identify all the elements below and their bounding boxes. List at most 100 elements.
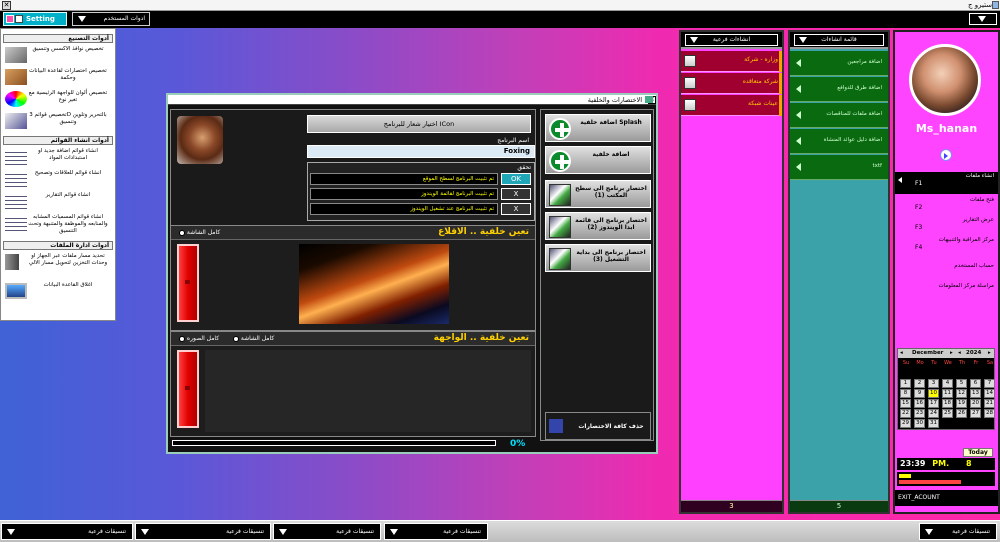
- exit-account-button[interactable]: EXIT_ACOUNT: [895, 490, 998, 506]
- menu-create-files[interactable]: انشاء ملفات F1: [895, 172, 998, 194]
- tool-item-customize-colors[interactable]: تخصيص ألوان للواجهة الرئيسية مع تغير نوع: [3, 89, 113, 111]
- taskbar-item[interactable]: تنسيقات فرعية: [135, 523, 271, 540]
- calendar-day[interactable]: 19: [956, 399, 967, 408]
- calendar-day[interactable]: 13: [970, 389, 981, 398]
- add-splash-background-button[interactable]: اضافة خلفية Splash: [545, 114, 651, 142]
- front-background-slot[interactable]: [177, 350, 199, 428]
- list-item[interactable]: اضافة ملفات للمناقصات: [790, 103, 888, 128]
- taskbar-item[interactable]: تنسيقات فرعية: [273, 523, 381, 540]
- menu-monitoring-center[interactable]: مركز المراقبة والتنبيهات F4: [895, 236, 998, 254]
- full-screen-option[interactable]: كامل الشاشة: [177, 229, 220, 236]
- calendar-day[interactable]: 1: [900, 379, 911, 388]
- subtask-row[interactable]: عينات شبكة: [681, 95, 782, 116]
- menu-user-account[interactable]: حساب المستخدم: [895, 262, 998, 280]
- calendar-day[interactable]: 27: [970, 409, 981, 418]
- taskbar-item[interactable]: تنسيقات فرعية: [919, 523, 997, 540]
- calendar-day[interactable]: 14: [984, 389, 995, 398]
- next-month-button[interactable]: ▸: [950, 350, 953, 356]
- calendar-day[interactable]: 26: [956, 409, 967, 418]
- tool-item-create-lists[interactable]: انشاء قوائم اضافة جديد او استبدادات المو…: [3, 147, 113, 169]
- calendar-day[interactable]: 15: [900, 399, 911, 408]
- calendar-day[interactable]: 22: [900, 409, 911, 418]
- add-background-button[interactable]: اضافة خلفية: [545, 146, 651, 174]
- calendar-day[interactable]: 2: [914, 379, 925, 388]
- calendar-year[interactable]: 2024: [966, 350, 981, 356]
- calendar-day[interactable]: 10: [928, 389, 939, 398]
- subtask-row[interactable]: شركة متعاقده: [681, 73, 782, 94]
- creations-header-button[interactable]: قائمة انشاءات: [794, 34, 884, 46]
- calendar-day[interactable]: 24: [928, 409, 939, 418]
- calendar-day[interactable]: 29: [900, 419, 911, 428]
- startup-background-slot[interactable]: [177, 244, 199, 322]
- calendar-month[interactable]: December: [912, 350, 943, 356]
- calendar-day[interactable]: 3: [928, 379, 939, 388]
- calendar-day[interactable]: 28: [984, 409, 995, 418]
- startup-background-title: تعين خلفية .. الاقلاع: [438, 227, 529, 237]
- full-screen-option[interactable]: كامل الشاشة: [231, 335, 274, 342]
- user-options-button[interactable]: [940, 149, 952, 161]
- list-item[interactable]: اضافة طرق للدوافع: [790, 77, 888, 102]
- next-year-button[interactable]: ▸: [988, 350, 991, 356]
- verify-row-start-menu: تم تثبيت البرنامج لقائمة الويندوز X: [310, 188, 532, 201]
- tool-item-customize-3d-menus[interactable]: تخصيص قوائم 3D بالتحرير وتلوين وتنسيق: [3, 111, 113, 133]
- calendar-day[interactable]: 21: [984, 399, 995, 408]
- setting-sys-button[interactable]: Setting SyS: [3, 12, 67, 35]
- list-item[interactable]: اضافة مراجعين: [790, 51, 888, 76]
- tool-item-create-reports[interactable]: انشاء قوائم التقارير: [3, 191, 113, 213]
- calendar-day[interactable]: 20: [970, 399, 981, 408]
- tool-item-customize-windows[interactable]: تخصيص نوافذ الاكسس وتنسيق: [3, 45, 113, 67]
- today-button[interactable]: Today: [963, 448, 993, 457]
- tool-item-create-relations[interactable]: انشاء قوائم للعلاقات وتصحيح: [3, 169, 113, 191]
- window-title: استيرو ج: [967, 1, 994, 9]
- user-tools-button[interactable]: ادوات المستخدم: [72, 12, 150, 26]
- dialog-title-bar: ✕ الاختصارات والخلفية: [168, 95, 656, 105]
- close-window-button[interactable]: ✕: [2, 1, 11, 10]
- verify-status-button[interactable]: OK: [501, 173, 531, 185]
- calendar-day[interactable]: 18: [942, 399, 953, 408]
- server-icon: [5, 254, 19, 270]
- top-menu-button[interactable]: [969, 13, 997, 25]
- tool-item-customize-shortcuts[interactable]: تخصيص اختصارات لقاعدة البيانات وحكمة: [3, 67, 113, 89]
- shortcuts-background-dialog: ✕ الاختصارات والخلفية اختيار شعار للبرنا…: [166, 93, 658, 454]
- calendar-day[interactable]: 8: [900, 389, 911, 398]
- menu-open-files[interactable]: فتح ملفات F2: [895, 196, 998, 214]
- tool-item-set-file-path[interactable]: تحديد مسار ملفات عبر الجهاز او وحدات الت…: [3, 252, 113, 274]
- calendar-day[interactable]: 12: [956, 389, 967, 398]
- subtask-row[interactable]: وزاره - شركة: [681, 51, 782, 72]
- verify-status-button[interactable]: X: [501, 203, 531, 215]
- program-logo-image[interactable]: [177, 116, 223, 164]
- startup-shortcut-button[interactable]: اختصار برنامج الى بداية التشغيل (3): [545, 244, 651, 272]
- program-name-input[interactable]: Foxing: [307, 145, 535, 158]
- calendar-day[interactable]: 7: [984, 379, 995, 388]
- calendar-day[interactable]: 23: [914, 409, 925, 418]
- calendar-day[interactable]: 4: [942, 379, 953, 388]
- tool-item-close-database[interactable]: اغلاق القاعدة البيانات: [3, 281, 113, 303]
- calendar-day[interactable]: 6: [970, 379, 981, 388]
- calendar-day[interactable]: 30: [914, 419, 925, 428]
- taskbar-item[interactable]: تنسيقات فرعية: [1, 523, 133, 540]
- calendar-day[interactable]: 31: [928, 419, 939, 428]
- avatar[interactable]: [909, 44, 981, 116]
- calendar-day[interactable]: 5: [956, 379, 967, 388]
- progress-percent: 0%: [510, 439, 526, 449]
- prev-year-button[interactable]: ◂: [958, 350, 961, 356]
- calendar-day[interactable]: 9: [914, 389, 925, 398]
- calendar-day[interactable]: 25: [942, 409, 953, 418]
- choose-icon-button[interactable]: اختيار شعار للبرنامج ICon: [307, 115, 531, 133]
- calendar-day[interactable]: 16: [914, 399, 925, 408]
- list-item[interactable]: txtf: [790, 155, 888, 180]
- verify-status-button[interactable]: X: [501, 188, 531, 200]
- delete-all-shortcuts-button[interactable]: حذف كافة الاختصارات: [545, 412, 651, 440]
- prev-month-button[interactable]: ◂: [900, 350, 903, 356]
- calendar-day[interactable]: 11: [942, 389, 953, 398]
- start-menu-shortcut-button[interactable]: اختصار برنامج الى قائمة ابدا الويندوز (2…: [545, 212, 651, 240]
- list-item[interactable]: اضافة دليل عوائد المنشاة: [790, 129, 888, 154]
- tool-item-create-names[interactable]: انشاء قوائم المسميات المشابه والمنابعه و…: [3, 213, 113, 235]
- full-image-option[interactable]: كامل الصوره: [177, 335, 219, 342]
- taskbar-item[interactable]: تنسيقات فرعية: [384, 523, 488, 540]
- subtasks-header-button[interactable]: انشاءات فرعية: [685, 34, 778, 46]
- menu-view-reports[interactable]: عرض التقارير F3: [895, 216, 998, 234]
- calendar-day[interactable]: 17: [928, 399, 939, 408]
- menu-message-center[interactable]: مراسلة مركز المعلومات: [895, 282, 998, 300]
- desktop-shortcut-button[interactable]: اختصار برنامج الى سطح المكتب (1): [545, 180, 651, 208]
